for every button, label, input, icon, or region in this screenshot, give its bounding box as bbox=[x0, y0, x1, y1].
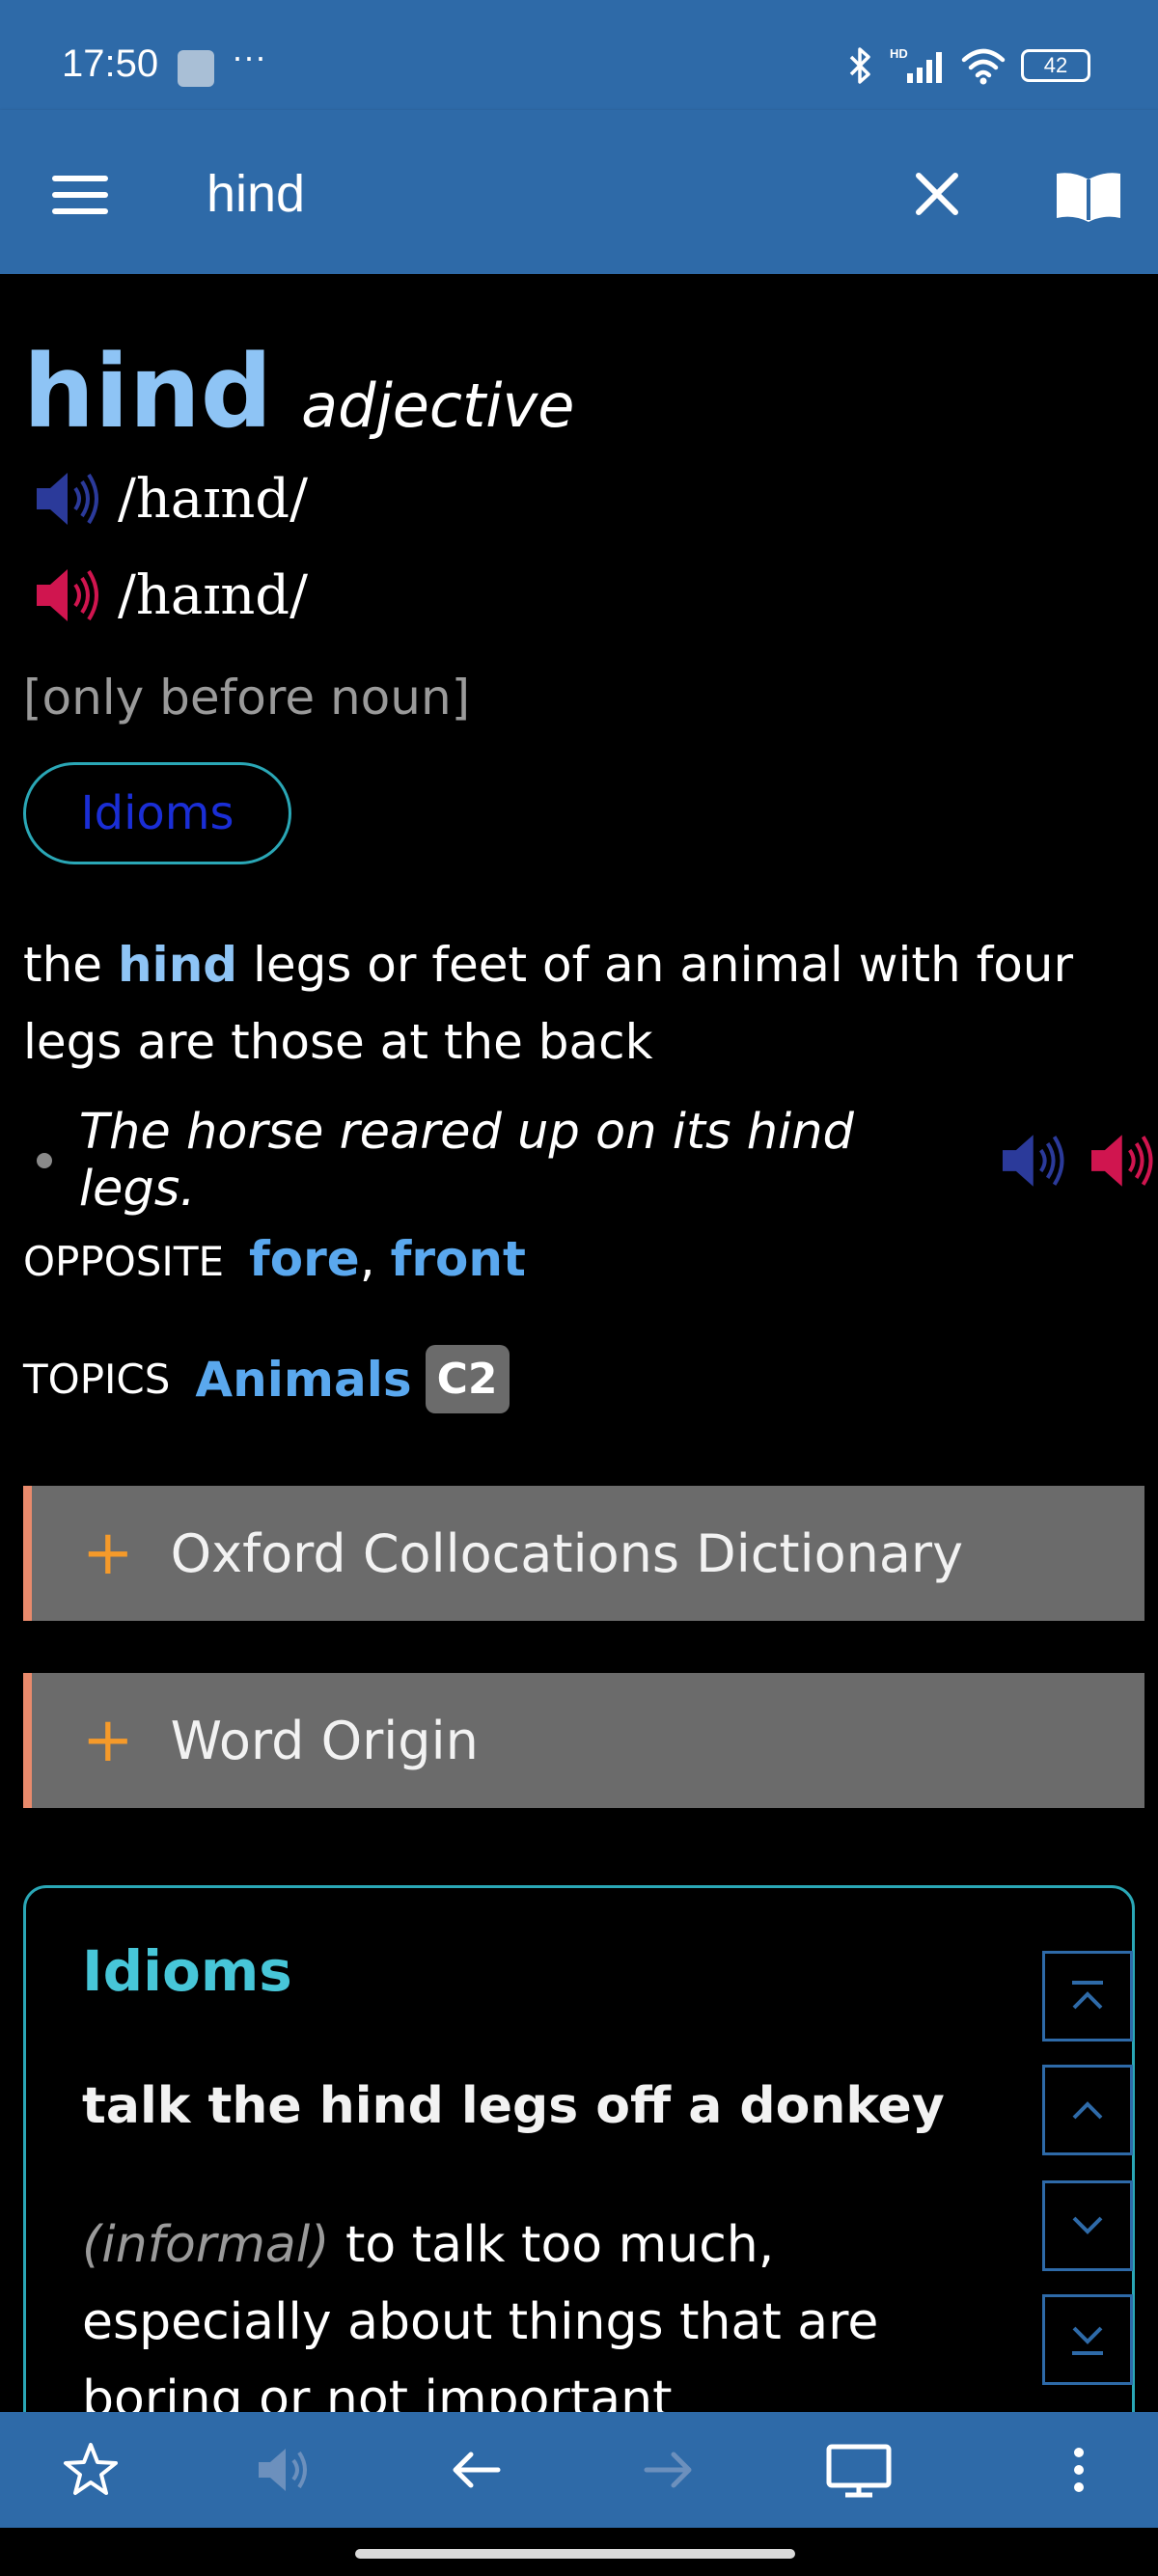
speaker-us-icon[interactable] bbox=[33, 563, 104, 627]
entry-content: hind adjective /haɪnd/ /haɪnd/ [only bef… bbox=[0, 274, 1158, 2412]
topics-row: TOPICS Animals C2 bbox=[23, 1345, 510, 1413]
idiom-definition: (informal) to talk too much, especially … bbox=[82, 2206, 1028, 2412]
opposite-link-fore[interactable]: fore bbox=[249, 1231, 360, 1287]
status-time: 17:50 bbox=[62, 42, 159, 85]
part-of-speech: adjective bbox=[301, 370, 575, 441]
app-bar: hind bbox=[0, 110, 1158, 274]
favorite-button[interactable] bbox=[52, 2431, 129, 2508]
word-origin-label: Word Origin bbox=[170, 1710, 479, 1771]
volume-icon bbox=[259, 2449, 307, 2491]
status-more: ··· bbox=[232, 37, 266, 76]
opposite-separator: , bbox=[359, 1231, 375, 1287]
back-button[interactable] bbox=[438, 2431, 515, 2508]
topic-link-animals[interactable]: Animals bbox=[195, 1352, 411, 1408]
speaker-uk-icon[interactable] bbox=[33, 467, 104, 531]
example-speaker-uk-icon[interactable] bbox=[999, 1129, 1069, 1192]
more-vertical-icon bbox=[1074, 2448, 1084, 2492]
status-indicators: HD 42 bbox=[845, 46, 1090, 85]
opposite-link-front[interactable]: front bbox=[391, 1231, 526, 1287]
sense-definition: the hind legs or feet of an animal with … bbox=[23, 926, 1133, 1081]
headword-row: hind adjective bbox=[23, 342, 574, 442]
scroll-down-button[interactable] bbox=[1042, 2180, 1133, 2271]
headword: hind bbox=[23, 333, 273, 451]
pronunciation-uk-text: /haɪnd/ bbox=[118, 467, 309, 531]
hamburger-menu-icon[interactable] bbox=[52, 176, 108, 214]
status-bar: 17:50 ··· HD 42 bbox=[0, 0, 1158, 110]
scroll-up-button[interactable] bbox=[1042, 2065, 1133, 2155]
double-chevron-up-icon bbox=[1072, 1981, 1103, 2010]
opposite-row: OPPOSITE fore , front bbox=[23, 1231, 526, 1287]
scroll-bottom-button[interactable] bbox=[1042, 2294, 1133, 2385]
svg-text:HD: HD bbox=[890, 46, 908, 61]
bottom-toolbar bbox=[0, 2412, 1158, 2528]
pronunciation-us: /haɪnd/ bbox=[33, 563, 308, 627]
arrow-right-icon bbox=[644, 2452, 692, 2488]
monitor-icon bbox=[826, 2444, 892, 2498]
topics-label: TOPICS bbox=[23, 1356, 171, 1403]
idioms-section: Idioms talk the hind legs off a donkey (… bbox=[23, 1885, 1135, 2412]
more-options-button[interactable] bbox=[1040, 2431, 1117, 2508]
idioms-heading: Idioms bbox=[82, 1938, 292, 2004]
definition-part: the bbox=[23, 937, 118, 993]
signal-icon: HD bbox=[890, 46, 942, 83]
home-indicator[interactable] bbox=[355, 2549, 795, 2559]
display-mode-button[interactable] bbox=[820, 2431, 897, 2508]
speak-button[interactable] bbox=[245, 2431, 322, 2508]
double-chevron-down-icon bbox=[1072, 2326, 1103, 2355]
collocations-label: Oxford Collocations Dictionary bbox=[170, 1522, 964, 1584]
register-label: (informal) bbox=[82, 2216, 330, 2274]
collocations-section[interactable]: + Oxford Collocations Dictionary bbox=[23, 1486, 1144, 1621]
word-origin-section[interactable]: + Word Origin bbox=[23, 1673, 1144, 1808]
wifi-icon bbox=[961, 48, 1006, 85]
opposite-label: OPPOSITE bbox=[23, 1238, 225, 1285]
expand-plus-icon: + bbox=[82, 1518, 134, 1589]
search-input[interactable]: hind bbox=[207, 164, 305, 224]
idioms-jump-button[interactable]: Idioms bbox=[23, 762, 291, 864]
chevron-down-icon bbox=[1072, 2216, 1103, 2234]
bluetooth-icon bbox=[849, 47, 870, 84]
scroll-top-button[interactable] bbox=[1042, 1951, 1133, 2042]
cefr-badge: C2 bbox=[425, 1345, 510, 1413]
forward-button[interactable] bbox=[629, 2431, 706, 2508]
pronunciation-uk: /haɪnd/ bbox=[33, 467, 308, 531]
gesture-area bbox=[0, 2528, 1158, 2576]
example-text: The horse reared up on its hind legs. bbox=[78, 1104, 854, 1218]
bullet bbox=[37, 1153, 52, 1168]
arrow-left-icon bbox=[453, 2452, 501, 2488]
example-sentence: The horse reared up on its hind legs. bbox=[23, 1104, 1158, 1218]
wrench-icon bbox=[178, 50, 214, 87]
book-icon[interactable] bbox=[1054, 168, 1123, 224]
idiom-phrase: talk the hind legs off a donkey bbox=[82, 2077, 945, 2135]
example-speaker-us-icon[interactable] bbox=[1088, 1129, 1158, 1192]
definition-headword: hind bbox=[117, 937, 238, 993]
grammar-note: [only before noun] bbox=[23, 670, 471, 726]
expand-plus-icon: + bbox=[82, 1705, 134, 1776]
battery-icon: 42 bbox=[1021, 49, 1090, 82]
pronunciation-us-text: /haɪnd/ bbox=[118, 563, 309, 627]
star-icon bbox=[64, 2443, 118, 2495]
chevron-up-icon bbox=[1072, 2101, 1103, 2120]
close-icon[interactable] bbox=[913, 170, 961, 218]
